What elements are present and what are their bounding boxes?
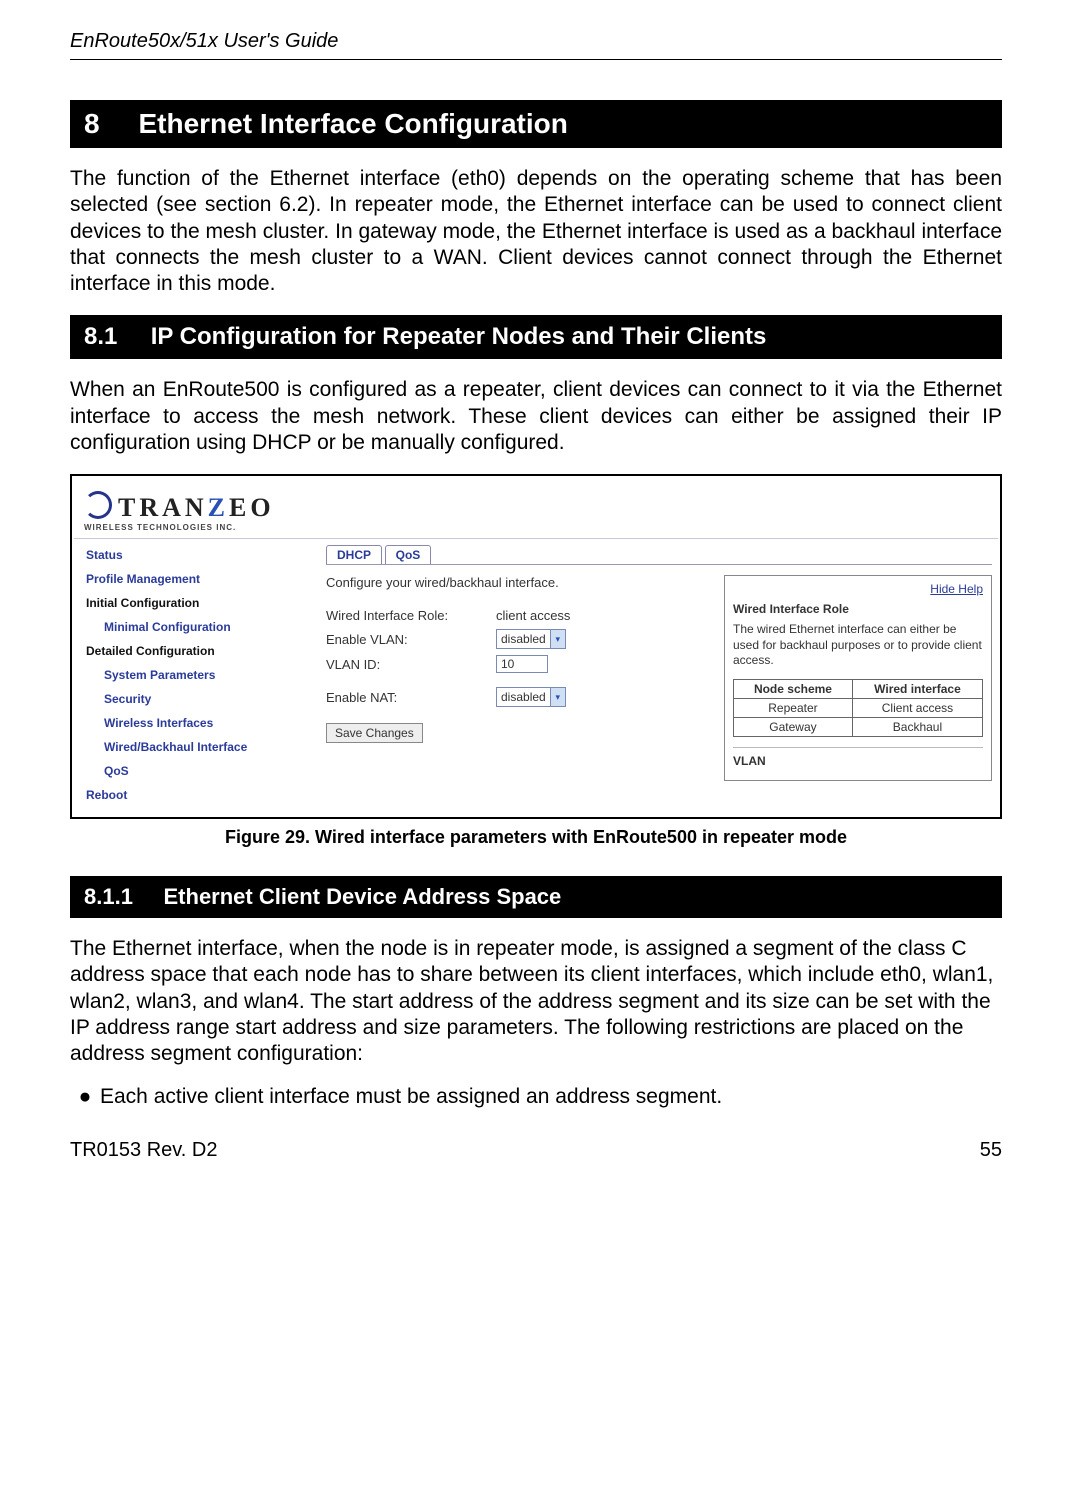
section-title: Ethernet Interface Configuration <box>138 108 567 139</box>
logo-text-right: EO <box>229 493 275 522</box>
help-table-cell: Client access <box>852 698 982 717</box>
sidebar-item-reboot[interactable]: Reboot <box>82 783 312 807</box>
help-title: Wired Interface Role <box>733 602 983 616</box>
divider <box>733 747 983 748</box>
section-heading-8: 8 Ethernet Interface Configuration <box>70 100 1002 148</box>
sidebar-item-wireless-interfaces[interactable]: Wireless Interfaces <box>82 711 312 735</box>
section-number: 8.1.1 <box>84 884 133 909</box>
sidebar-item-initial-config[interactable]: Initial Configuration <box>82 591 312 615</box>
help-table-cell: Backhaul <box>852 717 982 736</box>
hide-help-link[interactable]: Hide Help <box>733 582 983 596</box>
form-description: Configure your wired/backhaul interface. <box>326 575 704 590</box>
document-header: EnRoute50x/51x User's Guide <box>70 30 1002 60</box>
logo-text-left: TRAN <box>118 493 208 522</box>
save-changes-button[interactable]: Save Changes <box>326 723 423 743</box>
tab-qos[interactable]: QoS <box>385 545 432 564</box>
footer-page-number: 55 <box>980 1139 1002 1162</box>
select-enable-nat-value: disabled <box>497 690 550 704</box>
section-heading-8-1-1: 8.1.1 Ethernet Client Device Address Spa… <box>70 876 1002 918</box>
help-table-cell: Repeater <box>734 698 853 717</box>
help-panel: Hide Help Wired Interface Role The wired… <box>724 575 992 781</box>
tab-bar: DHCP QoS <box>326 545 992 565</box>
bullet-item: ● Each active client interface must be a… <box>70 1085 1002 1109</box>
section-8-1-1-intro: The Ethernet interface, when the node is… <box>70 936 1002 1067</box>
chevron-down-icon: ▾ <box>550 630 565 648</box>
value-wired-role: client access <box>496 608 570 623</box>
sidebar-item-minimal-config[interactable]: Minimal Configuration <box>82 615 312 639</box>
footer-doc-id: TR0153 Rev. D2 <box>70 1139 217 1162</box>
section-title: Ethernet Client Device Address Space <box>164 884 562 909</box>
sidebar-item-status[interactable]: Status <box>82 543 312 567</box>
label-enable-nat: Enable NAT: <box>326 690 496 705</box>
section-8-1-intro: When an EnRoute500 is configured as a re… <box>70 377 1002 456</box>
section-heading-8-1: 8.1 IP Configuration for Repeater Nodes … <box>70 315 1002 359</box>
logo: TRANZEO WIRELESS TECHNOLOGIES INC. <box>74 478 998 538</box>
figure-caption: Figure 29. Wired interface parameters wi… <box>70 827 1002 848</box>
help-table-header-interface: Wired interface <box>852 679 982 698</box>
sidebar-item-qos[interactable]: QoS <box>82 759 312 783</box>
select-enable-vlan[interactable]: disabled ▾ <box>496 629 566 649</box>
select-enable-nat[interactable]: disabled ▾ <box>496 687 566 707</box>
chevron-down-icon: ▾ <box>550 688 565 706</box>
bullet-icon: ● <box>70 1085 100 1109</box>
section-number: 8 <box>84 108 100 139</box>
help-vlan-heading: VLAN <box>733 754 983 768</box>
sidebar: Status Profile Management Initial Config… <box>74 539 320 815</box>
bullet-text: Each active client interface must be ass… <box>100 1085 722 1109</box>
select-enable-vlan-value: disabled <box>497 632 550 646</box>
logo-subtitle: WIRELESS TECHNOLOGIES INC. <box>84 523 988 532</box>
logo-icon <box>84 491 112 519</box>
help-table: Node scheme Wired interface Repeater Cli… <box>733 679 983 737</box>
sidebar-item-detailed-config[interactable]: Detailed Configuration <box>82 639 312 663</box>
label-vlan-id: VLAN ID: <box>326 657 496 672</box>
logo-text-z: Z <box>208 493 229 522</box>
help-table-cell: Gateway <box>734 717 853 736</box>
sidebar-item-security[interactable]: Security <box>82 687 312 711</box>
page-footer: TR0153 Rev. D2 55 <box>70 1139 1002 1162</box>
help-text: The wired Ethernet interface can either … <box>733 622 983 669</box>
label-wired-role: Wired Interface Role: <box>326 608 496 623</box>
sidebar-item-system-parameters[interactable]: System Parameters <box>82 663 312 687</box>
input-vlan-id[interactable]: 10 <box>496 655 548 673</box>
section-title: IP Configuration for Repeater Nodes and … <box>151 323 767 350</box>
tab-dhcp[interactable]: DHCP <box>326 545 382 564</box>
help-table-header-scheme: Node scheme <box>734 679 853 698</box>
figure-29: TRANZEO WIRELESS TECHNOLOGIES INC. Statu… <box>70 474 1002 819</box>
sidebar-item-profile-management[interactable]: Profile Management <box>82 567 312 591</box>
section-number: 8.1 <box>84 323 117 350</box>
label-enable-vlan: Enable VLAN: <box>326 632 496 647</box>
sidebar-item-wired-backhaul[interactable]: Wired/Backhaul Interface <box>82 735 312 759</box>
section-8-intro: The function of the Ethernet interface (… <box>70 166 1002 297</box>
